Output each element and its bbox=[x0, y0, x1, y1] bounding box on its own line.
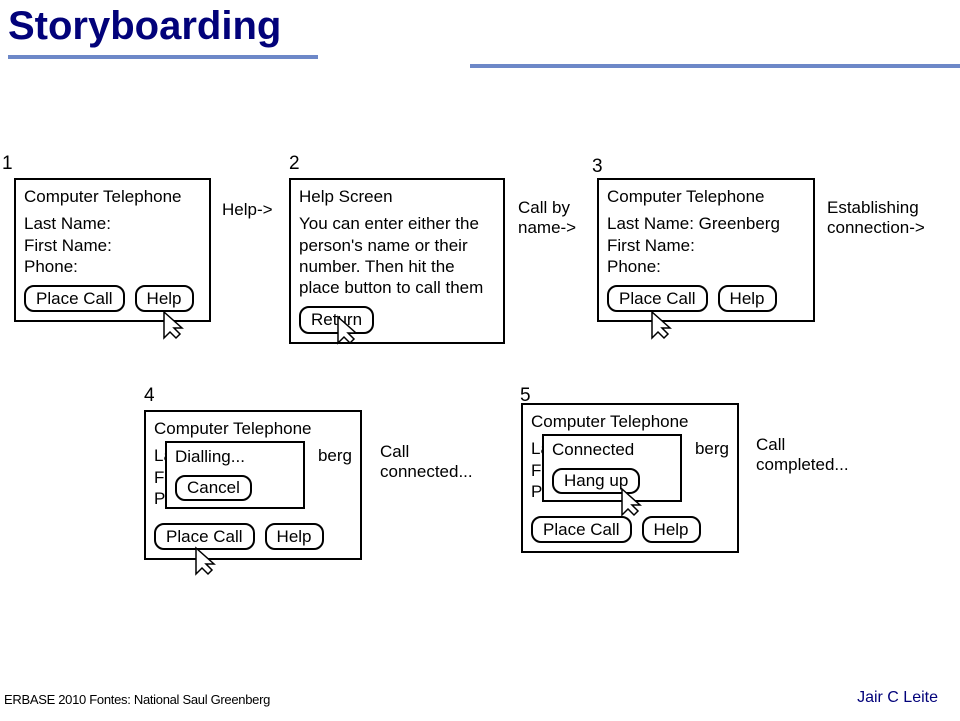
panel-3: Computer Telephone Last Name: Greenberg … bbox=[597, 178, 815, 322]
panel-4-cancel-button[interactable]: Cancel bbox=[175, 475, 252, 501]
panel-5-dialog-title: Connected bbox=[552, 440, 672, 460]
panel-2-body: You can enter either the person's name o… bbox=[299, 213, 495, 298]
annot-connected: Call connected... bbox=[380, 442, 473, 482]
panel-3-place-call-button[interactable]: Place Call bbox=[607, 285, 708, 312]
panel-4-dialog: Dialling... Cancel bbox=[165, 441, 305, 509]
panel-3-line-3: Phone: bbox=[607, 256, 805, 277]
footer-right: Jair C Leite bbox=[857, 689, 938, 707]
panel-5-place-call-button[interactable]: Place Call bbox=[531, 516, 632, 543]
panel-4-place-call-button[interactable]: Place Call bbox=[154, 523, 255, 550]
panel-5-dialog: Connected Hang up bbox=[542, 434, 682, 502]
panel-3-line-2: First Name: bbox=[607, 235, 805, 256]
title-stripe bbox=[470, 64, 960, 68]
panel-5-help-button[interactable]: Help bbox=[642, 516, 701, 543]
panel-2: Help Screen You can enter either the per… bbox=[289, 178, 505, 344]
panel-4-title: Computer Telephone bbox=[154, 418, 352, 439]
annot-establishing: Establishing connection-> bbox=[827, 198, 925, 238]
panel-1-line-1: Last Name: bbox=[24, 213, 201, 234]
panel-4-bg-l1-right: berg bbox=[318, 445, 352, 466]
title-underline bbox=[8, 55, 960, 59]
annot-call-by-name: Call by name-> bbox=[518, 198, 576, 238]
panel-4-help-button[interactable]: Help bbox=[265, 523, 324, 550]
page-title: Storyboarding bbox=[0, 0, 960, 49]
panel-1-place-call-button[interactable]: Place Call bbox=[24, 285, 125, 312]
panel-1-help-button[interactable]: Help bbox=[135, 285, 194, 312]
panel-3-line-1: Last Name: Greenberg bbox=[607, 213, 805, 234]
panel-2-return-button[interactable]: Return bbox=[299, 306, 374, 333]
step-number-2: 2 bbox=[289, 153, 300, 175]
panel-3-help-button[interactable]: Help bbox=[718, 285, 777, 312]
panel-5-hangup-button[interactable]: Hang up bbox=[552, 468, 640, 494]
step-number-4: 4 bbox=[144, 385, 155, 407]
panel-1-title: Computer Telephone bbox=[24, 186, 201, 207]
panel-1-line-2: First Name: bbox=[24, 235, 201, 256]
panel-5-bg-l1-right: berg bbox=[695, 438, 729, 459]
panel-4-dialog-title: Dialling... bbox=[175, 447, 295, 467]
footer-left: ERBASE 2010 Fontes: National Saul Greenb… bbox=[4, 692, 270, 707]
step-number-3: 3 bbox=[592, 156, 603, 178]
annot-completed: Call completed... bbox=[756, 435, 849, 475]
panel-1-line-3: Phone: bbox=[24, 256, 201, 277]
panel-5-title: Computer Telephone bbox=[531, 411, 729, 432]
step-number-1: 1 bbox=[2, 153, 13, 175]
panel-2-title: Help Screen bbox=[299, 186, 495, 207]
panel-3-title: Computer Telephone bbox=[607, 186, 805, 207]
annot-help: Help-> bbox=[222, 200, 273, 220]
panel-1: Computer Telephone Last Name: First Name… bbox=[14, 178, 211, 322]
